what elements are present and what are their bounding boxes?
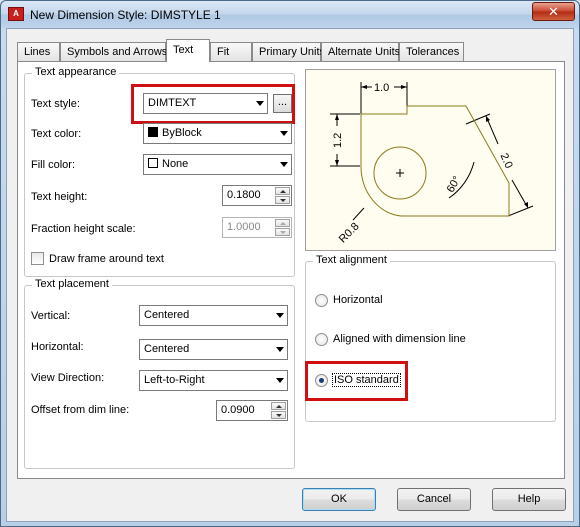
tab-lines[interactable]: Lines [17, 42, 60, 61]
dimension-preview: 1.0 1.2 2.0 60° R0.8 [305, 69, 556, 251]
text-height-label: Text height: [31, 191, 88, 203]
horizontal-value: Centered [144, 343, 190, 355]
fraction-height-scale-label: Fraction height scale: [31, 223, 136, 235]
color-swatch-icon [148, 127, 158, 137]
dim-left-text: 1.2 [332, 133, 344, 148]
vertical-label: Vertical: [31, 310, 71, 322]
chevron-down-icon [280, 131, 288, 136]
offset-label: Offset from dim line: [31, 404, 130, 416]
preview-drawing: 1.0 1.2 2.0 60° R0.8 [330, 82, 534, 246]
tab-alternate-units[interactable]: Alternate Units [321, 42, 400, 61]
ok-button[interactable]: OK [302, 488, 376, 511]
spin-down-icon [275, 228, 290, 236]
spin-up-icon [275, 219, 290, 227]
tab-fit[interactable]: Fit [210, 42, 252, 61]
text-appearance-title: Text appearance [32, 66, 120, 78]
text-height-value: 0.1800 [227, 189, 261, 201]
text-color-label: Text color: [31, 128, 82, 140]
text-height-spinner[interactable]: 0.1800 [222, 185, 292, 206]
dim-angle-text: 60° [445, 174, 464, 194]
text-placement-group: Text placement Vertical: Centered Horizo… [24, 278, 295, 469]
text-color-select[interactable]: ByBlock [143, 123, 292, 144]
fill-color-label: Fill color: [31, 159, 76, 171]
dialog-window: A New Dimension Style: DIMSTYLE 1 ✕ Line… [0, 0, 580, 527]
dialog-body: Lines Symbols and Arrows Text Fit Primar… [6, 28, 574, 522]
title-bar[interactable]: A New Dimension Style: DIMSTYLE 1 ✕ [1, 1, 579, 28]
horizontal-label: Horizontal: [31, 341, 84, 353]
chevron-down-icon [280, 162, 288, 167]
text-appearance-group: Text appearance Text style: DIMTEXT ... … [24, 66, 295, 277]
help-button[interactable]: Help [492, 488, 566, 511]
text-alignment-title: Text alignment [313, 254, 390, 266]
view-direction-select[interactable]: Left-to-Right [139, 370, 288, 391]
chevron-down-icon [276, 313, 284, 318]
radio-horizontal[interactable] [315, 294, 328, 307]
autocad-app-icon: A [8, 7, 24, 21]
radio-horizontal-label[interactable]: Horizontal [333, 294, 383, 306]
text-alignment-group: Text alignment Horizontal Aligned with d… [305, 254, 556, 422]
view-direction-value: Left-to-Right [144, 374, 205, 386]
radio-aligned-with-dimension-line[interactable] [315, 333, 328, 346]
fill-color-select[interactable]: None [143, 154, 292, 175]
dim-top-text: 1.0 [374, 82, 389, 94]
vertical-value: Centered [144, 309, 190, 321]
tab-text[interactable]: Text [166, 39, 210, 62]
tab-tolerances[interactable]: Tolerances [399, 42, 464, 61]
text-tab-panel: Text appearance Text style: DIMTEXT ... … [17, 61, 565, 479]
spin-down-icon[interactable] [271, 411, 286, 419]
cancel-button[interactable]: Cancel [397, 488, 471, 511]
draw-frame-label[interactable]: Draw frame around text [49, 253, 164, 265]
fill-color-value: None [162, 158, 189, 170]
tab-primary-units[interactable]: Primary Units [252, 42, 325, 61]
window-title: New Dimension Style: DIMSTYLE 1 [30, 8, 221, 22]
view-direction-label: View Direction: [31, 372, 105, 384]
iso-standard-highlight [305, 361, 408, 401]
radio-aligned-label[interactable]: Aligned with dimension line [333, 333, 466, 345]
horizontal-select[interactable]: Centered [139, 339, 288, 360]
spin-up-icon[interactable] [275, 187, 290, 195]
color-swatch-icon [148, 158, 158, 168]
tab-symbols-and-arrows[interactable]: Symbols and Arrows [60, 42, 167, 61]
spin-up-icon[interactable] [271, 402, 286, 410]
text-color-value: ByBlock [162, 127, 202, 139]
fraction-height-scale-spinner: 1.0000 [222, 217, 292, 238]
offset-value: 0.0900 [221, 404, 255, 416]
text-placement-title: Text placement [32, 278, 112, 290]
text-style-label: Text style: [31, 98, 80, 110]
dim-radius-text: R0.8 [337, 221, 362, 246]
text-style-highlight [131, 84, 295, 124]
offset-spinner[interactable]: 0.0900 [216, 400, 288, 421]
draw-frame-checkbox[interactable] [31, 252, 44, 265]
chevron-down-icon [276, 378, 284, 383]
spin-down-icon[interactable] [275, 196, 290, 204]
fraction-height-scale-value: 1.0000 [227, 221, 261, 233]
close-button[interactable]: ✕ [532, 2, 575, 21]
vertical-select[interactable]: Centered [139, 305, 288, 326]
chevron-down-icon [276, 347, 284, 352]
